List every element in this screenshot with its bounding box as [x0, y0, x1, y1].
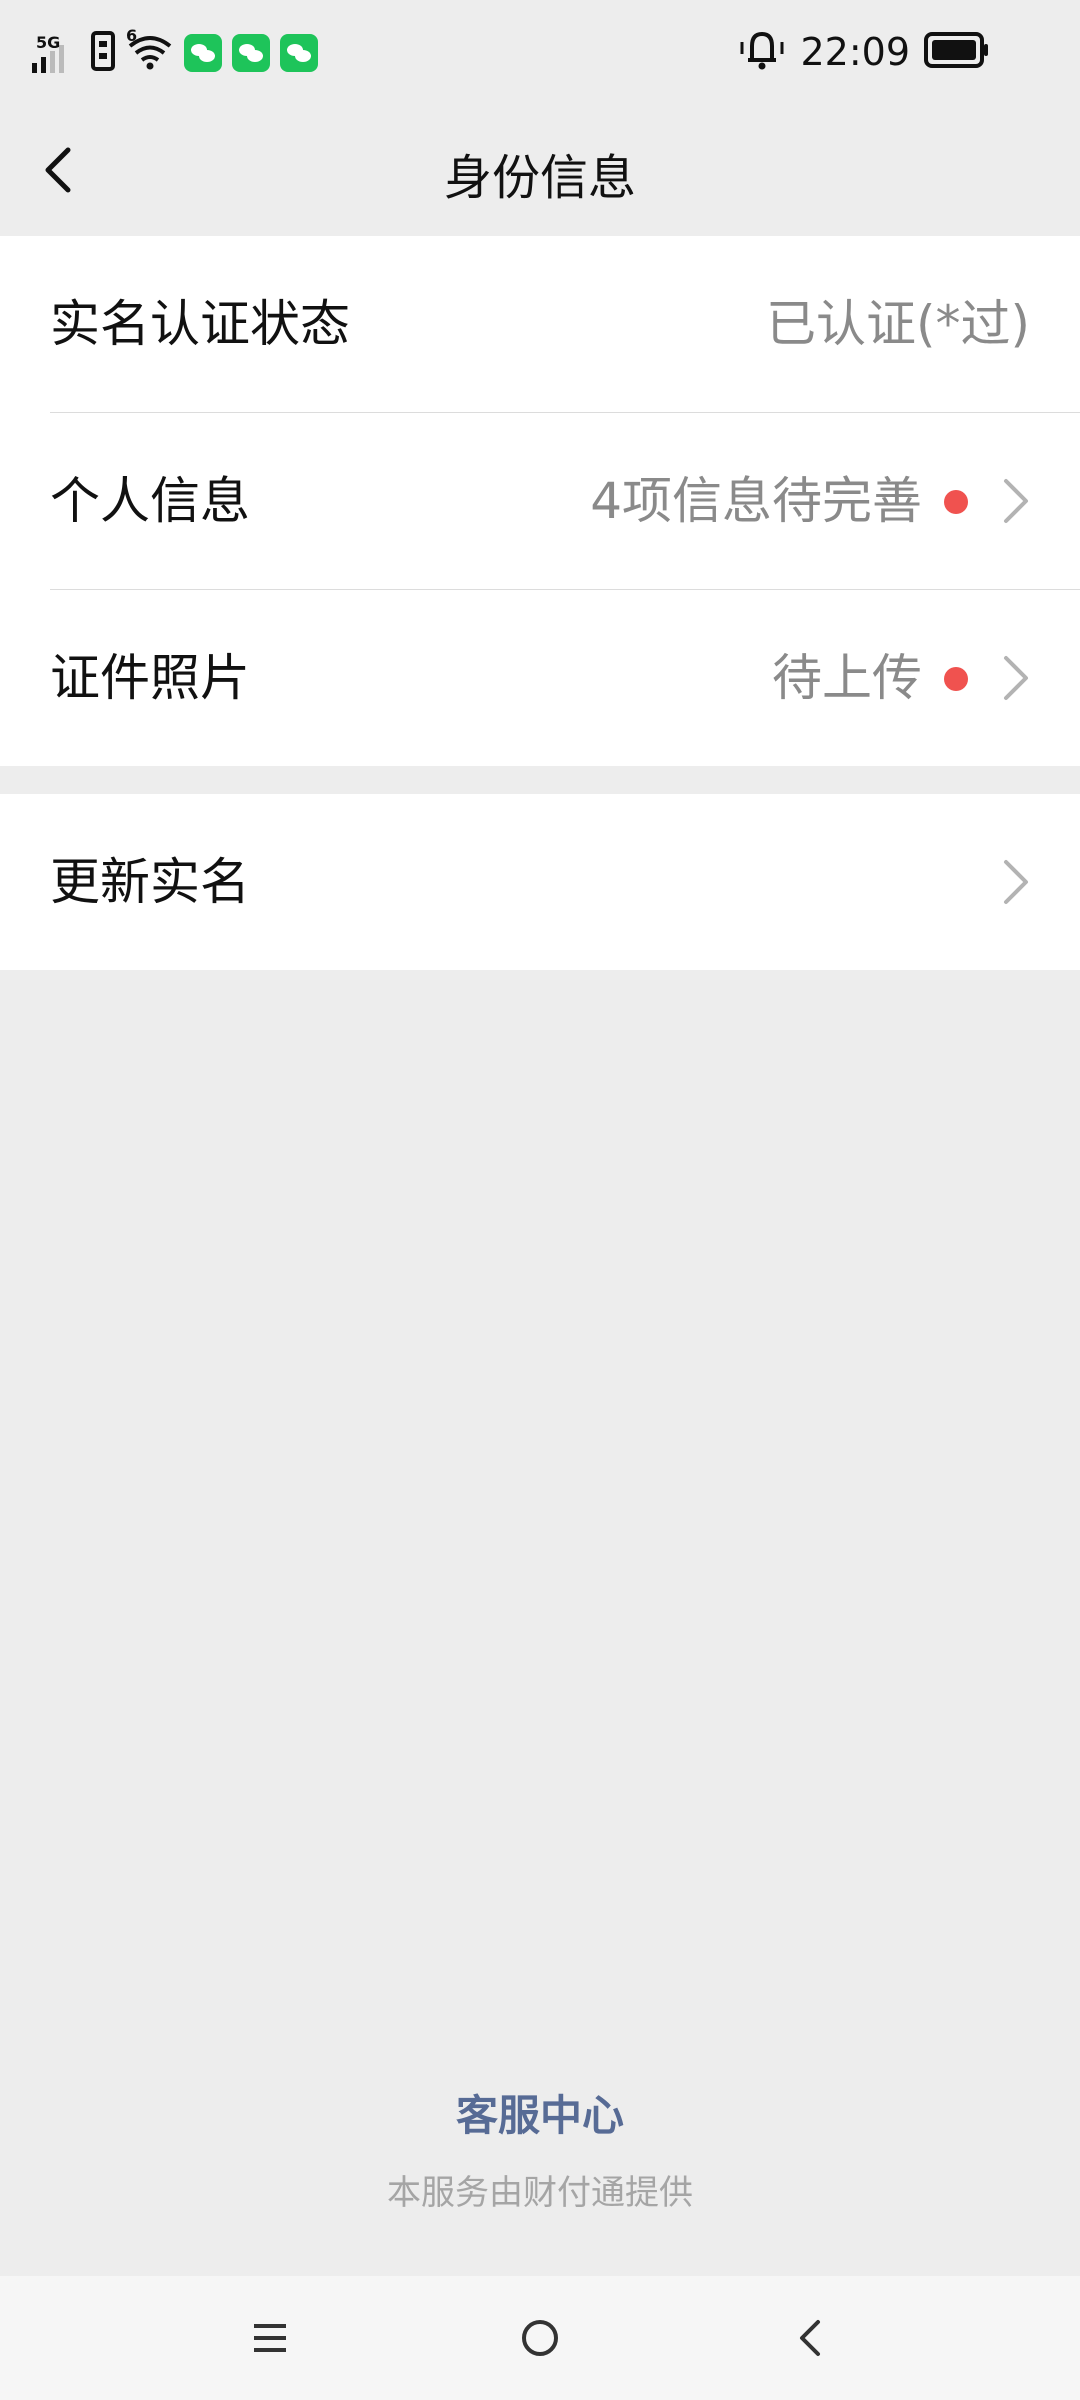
wechat-icon: [232, 34, 270, 72]
id-photo-value: 待上传: [772, 649, 922, 707]
system-back-button[interactable]: [760, 2276, 860, 2400]
update-realname-row[interactable]: 更新实名: [0, 794, 1080, 970]
signal-icon: 5G: [30, 31, 80, 75]
system-nav-bar: [0, 2276, 1080, 2400]
top-navbar: 身份信息: [0, 110, 1080, 236]
home-circle-icon: [522, 2320, 558, 2356]
home-button[interactable]: [490, 2276, 590, 2400]
customer-service-link[interactable]: 客服中心: [0, 2082, 1080, 2143]
wechat-icon: [184, 34, 222, 72]
update-realname-card: 更新实名: [0, 794, 1080, 970]
chevron-right-icon: [1004, 860, 1028, 904]
wechat-icon: [280, 34, 318, 72]
status-left: 5G 6: [30, 26, 318, 76]
red-dot-badge: [944, 667, 968, 691]
personal-info-row[interactable]: 个人信息 4项信息待完善: [0, 413, 1080, 589]
provider-note: 本服务由财付通提供: [387, 2173, 693, 2213]
back-triangle-icon: [800, 2320, 820, 2356]
wifi-label: 6: [126, 26, 138, 45]
realname-status-label: 实名认证状态: [50, 295, 350, 353]
alarm-bell-icon: [738, 28, 786, 76]
status-right: 22:09: [738, 28, 990, 76]
footer: 客服中心 本服务由财付通提供: [0, 2082, 1080, 2214]
chevron-right-icon: [1004, 479, 1028, 523]
menu-icon: [254, 2324, 286, 2352]
page-title: 身份信息: [443, 150, 636, 206]
realname-status-row: 实名认证状态 已认证(*过): [0, 236, 1080, 412]
red-dot-badge: [944, 490, 968, 514]
id-photo-label: 证件照片: [50, 649, 250, 707]
menu-button[interactable]: [220, 2276, 320, 2400]
personal-info-value: 4项信息待完善: [590, 472, 922, 530]
realname-status-value: 已认证(*过): [765, 295, 1030, 353]
id-photo-row[interactable]: 证件照片 待上传: [0, 590, 1080, 766]
battery-icon: [924, 31, 990, 73]
clock-time: 22:09: [800, 30, 910, 74]
update-realname-label: 更新实名: [50, 853, 250, 911]
network-type: 5G: [36, 33, 61, 52]
identity-info-card: 实名认证状态 已认证(*过) 个人信息 4项信息待完善 证件照片 待上传: [0, 236, 1080, 766]
chevron-right-icon: [1004, 656, 1028, 700]
personal-info-label: 个人信息: [50, 472, 250, 530]
sim-icon: [90, 30, 116, 76]
wifi-icon: 6: [126, 26, 174, 76]
status-bar: 5G 6 22:09: [0, 0, 1080, 110]
